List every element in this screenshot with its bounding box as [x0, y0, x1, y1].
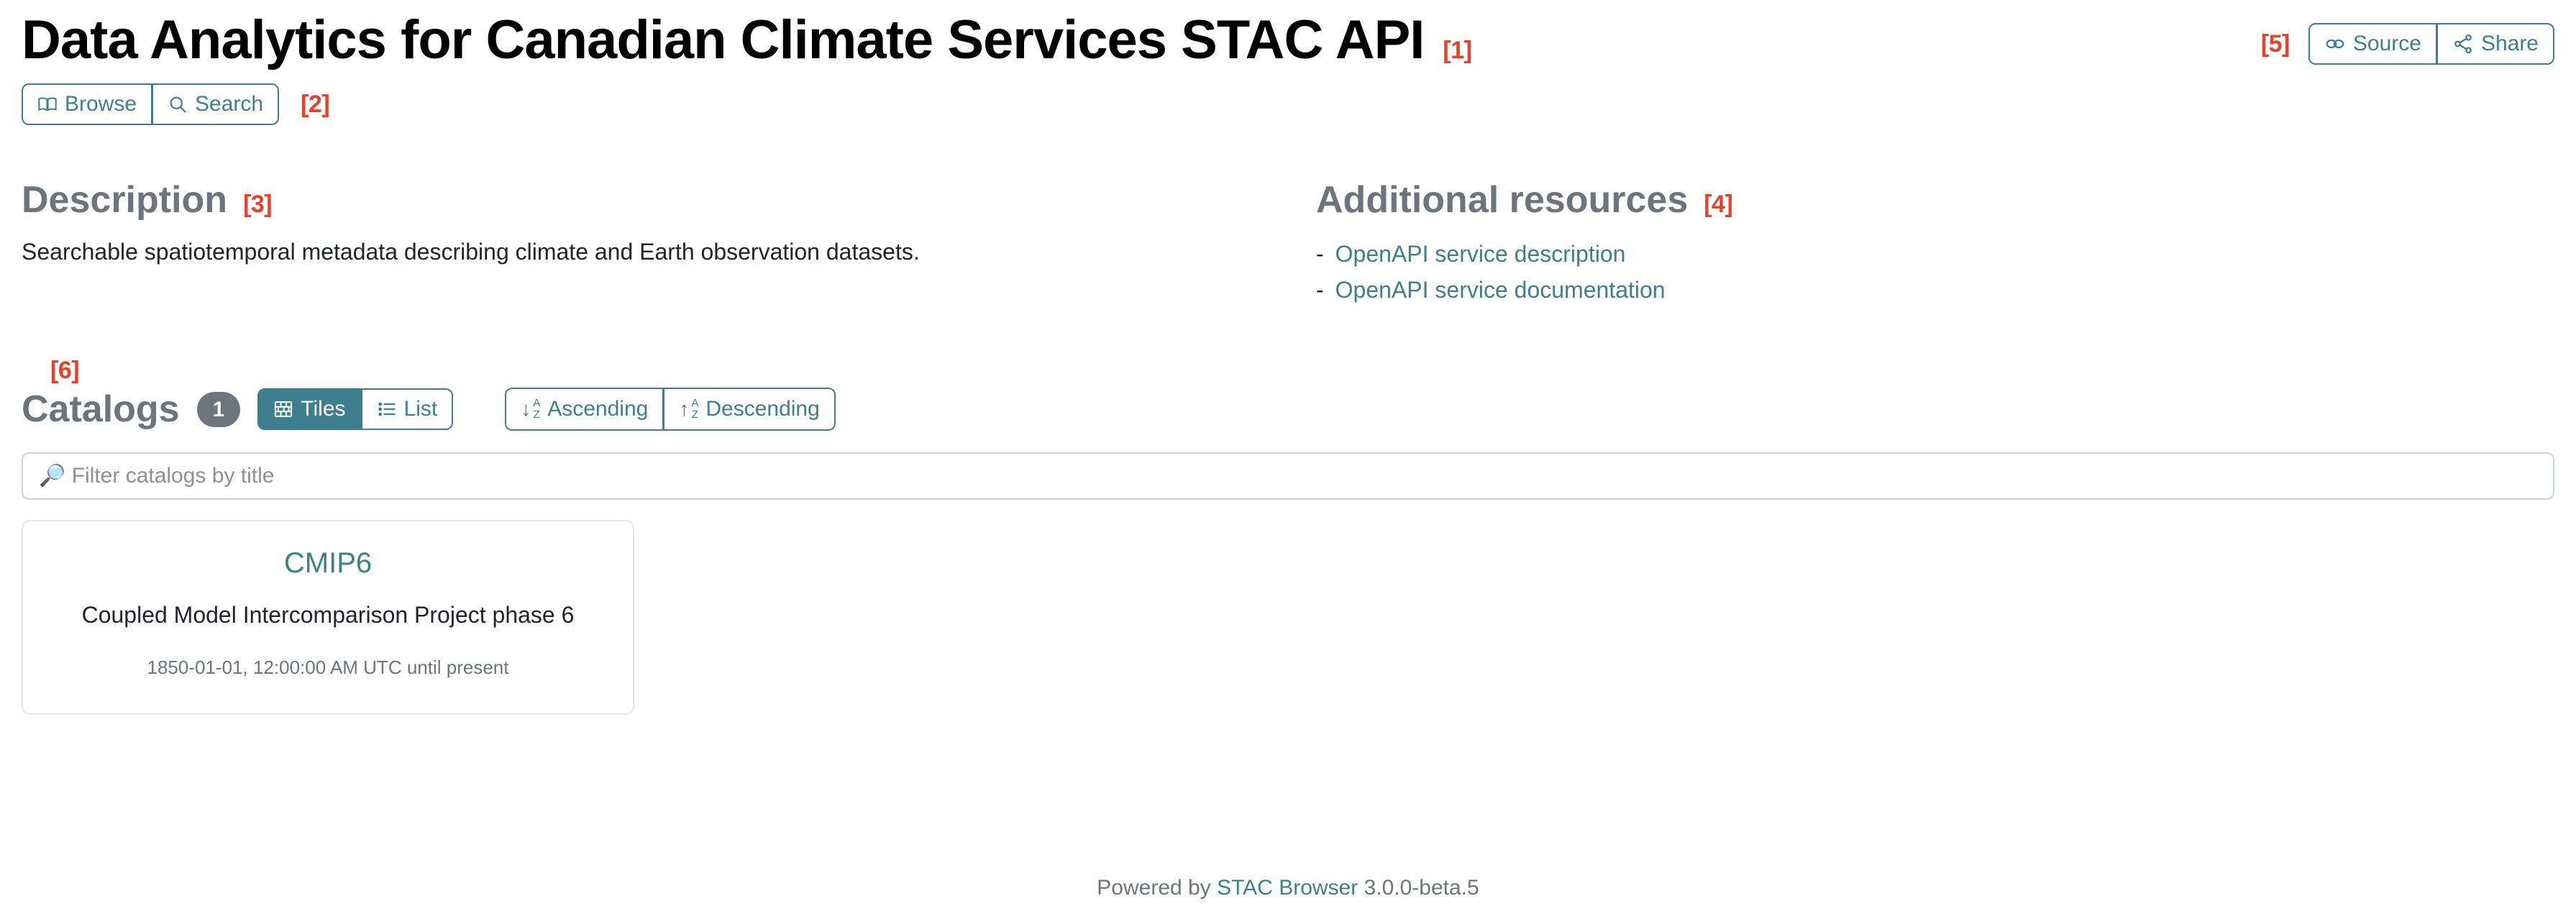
- resources-heading: Additional resources: [1316, 179, 1689, 221]
- footer-version: 3.0.0-beta.5: [1364, 876, 1479, 900]
- nav-tabs-group: Browse Search: [22, 83, 280, 125]
- filter-catalogs-input[interactable]: [22, 452, 2554, 500]
- header-button-group: Source Share: [2308, 23, 2554, 65]
- sort-order-group: ↓ A Z Ascending ↑ A Z Descending: [505, 388, 836, 431]
- view-tiles-button[interactable]: Tiles: [257, 388, 362, 431]
- header-actions: [5] Source Share: [2261, 13, 2554, 65]
- list-icon: [377, 399, 397, 419]
- sort-ascending-button[interactable]: ↓ A Z Ascending: [505, 388, 664, 431]
- description-column: Description [3] Searchable spatiotempora…: [22, 179, 1316, 308]
- book-icon: [37, 94, 58, 114]
- page-footer: Powered by STAC Browser 3.0.0-beta.5: [0, 876, 2576, 900]
- view-list-button[interactable]: List: [361, 388, 454, 431]
- view-mode-group: Tiles List: [257, 388, 454, 431]
- sort-ascending-icon: ↓ A Z: [521, 397, 541, 421]
- share-icon: [2452, 33, 2474, 55]
- resources-list: - OpenAPI service description - OpenAPI …: [1316, 237, 2554, 308]
- share-button[interactable]: Share: [2436, 23, 2554, 65]
- bullet-dash: -: [1316, 276, 1324, 303]
- search-icon: [168, 94, 188, 114]
- tiles-icon: [273, 399, 293, 419]
- annotation-marker-4: [4]: [1704, 191, 1733, 218]
- resource-link-openapi-description[interactable]: OpenAPI service description: [1335, 237, 1626, 273]
- page-header: Data Analytics for Canadian Climate Serv…: [22, 0, 2554, 68]
- footer-prefix: Powered by: [1097, 876, 1211, 900]
- tab-browse-label: Browse: [65, 92, 137, 116]
- app-page: Data Analytics for Canadian Climate Serv…: [0, 0, 2576, 919]
- annotation-marker-2: [2]: [301, 90, 330, 118]
- catalogs-heading: Catalogs: [22, 388, 180, 430]
- catalogs-count-badge: 1: [196, 391, 241, 427]
- catalog-card-title[interactable]: CMIP6: [40, 546, 616, 580]
- list-item: - OpenAPI service description: [1316, 237, 2554, 273]
- description-heading: Description: [22, 179, 228, 221]
- catalogs-toolbar: Catalogs 1 Tiles List ↓ A Z Ascending ↑ …: [22, 388, 2554, 431]
- sort-descending-label: Descending: [705, 397, 820, 421]
- view-tiles-label: Tiles: [301, 397, 346, 421]
- share-button-label: Share: [2480, 32, 2539, 55]
- source-button[interactable]: Source: [2308, 23, 2437, 65]
- filter-row: [22, 452, 2554, 500]
- page-title: Data Analytics for Canadian Climate Serv…: [22, 9, 1425, 70]
- nav-tabs-row: Browse Search [2]: [22, 83, 2554, 125]
- tab-browse[interactable]: Browse: [22, 83, 153, 125]
- description-text: Searchable spatiotemporal metadata descr…: [22, 239, 920, 265]
- sort-descending-icon: ↑ A Z: [679, 397, 699, 421]
- annotation-marker-1: [1]: [1443, 37, 1472, 64]
- footer-stac-browser-link[interactable]: STAC Browser: [1217, 876, 1358, 900]
- content-columns: Description [3] Searchable spatiotempora…: [22, 179, 2554, 308]
- catalog-card-temporal-extent: 1850-01-01, 12:00:00 AM UTC until presen…: [147, 657, 509, 679]
- annotation-marker-3: [3]: [243, 191, 273, 218]
- link-icon: [2324, 33, 2346, 55]
- sort-ascending-label: Ascending: [547, 397, 649, 421]
- annotation-marker-5: [5]: [2260, 29, 2290, 58]
- resources-heading-row: Additional resources [4]: [1316, 179, 2554, 221]
- tab-search-label: Search: [195, 92, 264, 116]
- sort-descending-button[interactable]: ↑ A Z Descending: [664, 388, 836, 431]
- catalog-card-grid: CMIP6 Coupled Model Intercomparison Proj…: [22, 519, 2554, 715]
- annotation-marker-6: [6]: [50, 357, 80, 385]
- view-list-label: List: [403, 397, 438, 421]
- source-button-label: Source: [2352, 32, 2421, 55]
- resources-column: Additional resources [4] - OpenAPI servi…: [1316, 179, 2554, 308]
- bullet-dash: -: [1316, 241, 1324, 268]
- description-heading-row: Description [3]: [22, 179, 1316, 221]
- title-area: Data Analytics for Canadian Climate Serv…: [22, 9, 1472, 70]
- tab-search[interactable]: Search: [152, 83, 280, 125]
- catalogs-section: [6] Catalogs 1 Tiles List ↓ A Z Ascendin…: [22, 357, 2554, 715]
- catalog-card[interactable]: CMIP6 Coupled Model Intercomparison Proj…: [22, 519, 634, 715]
- resource-link-openapi-documentation[interactable]: OpenAPI service documentation: [1335, 273, 1666, 308]
- list-item: - OpenAPI service documentation: [1316, 273, 2554, 308]
- catalog-card-description: Coupled Model Intercomparison Project ph…: [81, 601, 575, 628]
